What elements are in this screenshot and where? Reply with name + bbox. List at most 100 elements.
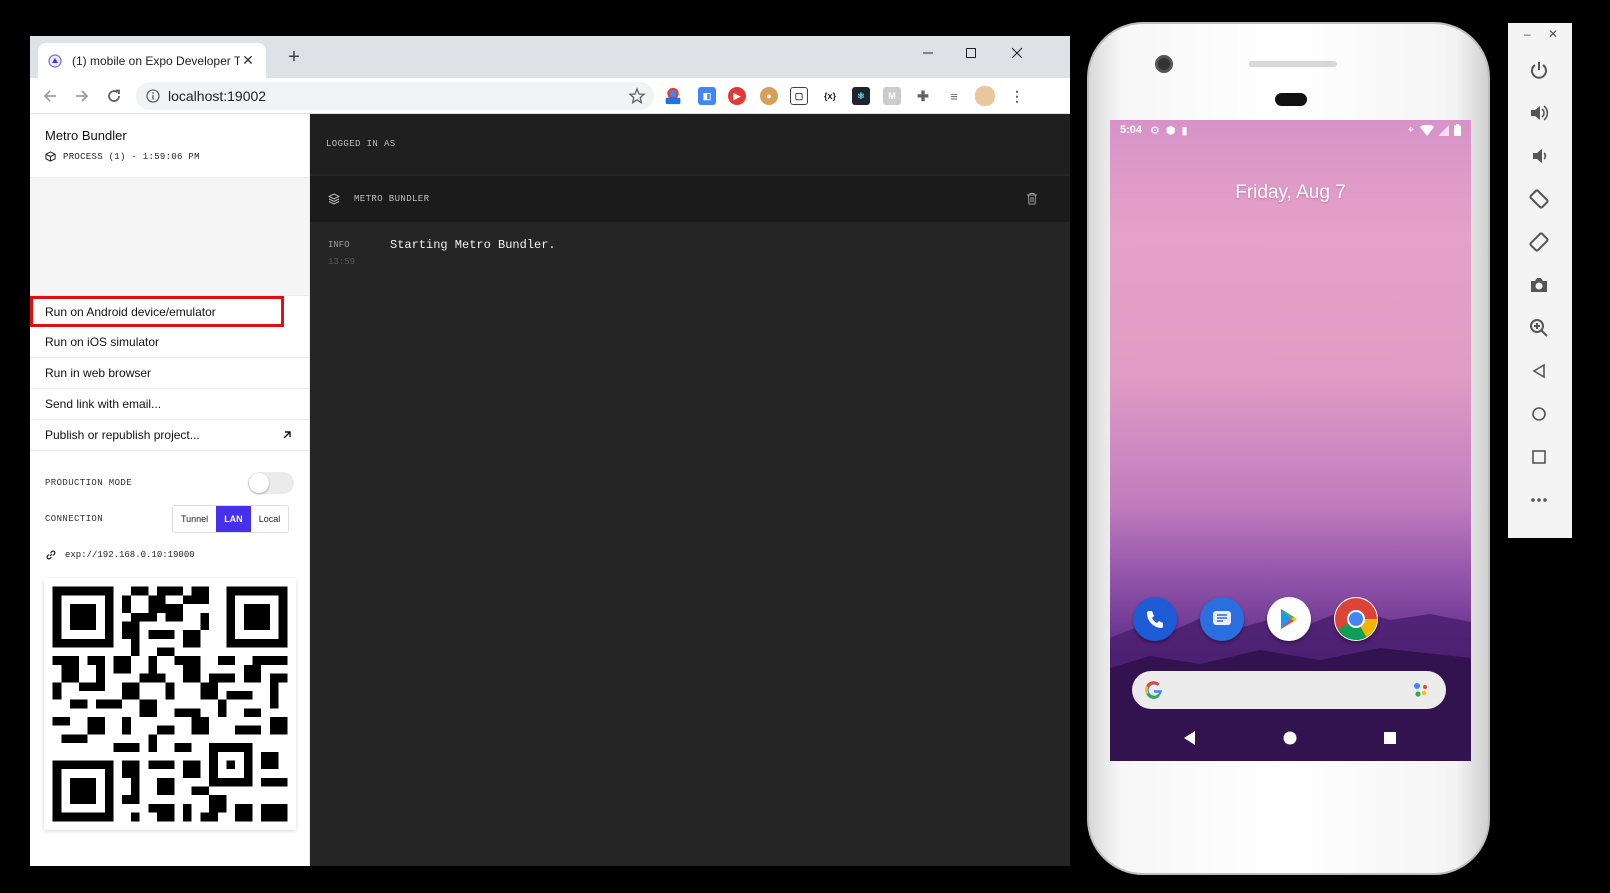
publish-button[interactable]: Publish or republish project...	[30, 420, 309, 451]
forward-icon[interactable]	[70, 84, 94, 108]
run-web-button[interactable]: Run in web browser	[30, 358, 309, 389]
production-mode-row: PRODUCTION MODE	[30, 465, 309, 501]
link-icon	[46, 550, 56, 560]
location-status-icon: ⌖	[1407, 123, 1414, 136]
wifi-status-icon	[1420, 124, 1434, 136]
nav-home-icon[interactable]	[1282, 730, 1298, 746]
qr-code-image	[44, 578, 296, 830]
chrome-app-icon[interactable]	[1334, 597, 1378, 641]
home-icon[interactable]	[1526, 401, 1552, 427]
phone-app-icon[interactable]	[1133, 597, 1177, 641]
log-pane: LOGGED IN AS METRO BUNDLER INFO 13:59 St…	[310, 114, 1070, 866]
browser-tab[interactable]: (1) mobile on Expo Developer To ✕	[38, 43, 266, 78]
connection-label: CONNECTION	[45, 514, 104, 524]
cube-icon	[45, 151, 56, 162]
google-assistant-icon[interactable]	[1410, 679, 1432, 701]
run-web-label: Run in web browser	[45, 366, 152, 380]
emulator-close-button[interactable]: ✕	[1548, 27, 1558, 41]
rotate-left-icon[interactable]	[1526, 186, 1552, 212]
metro-bundler-section-title: METRO BUNDLER	[354, 194, 430, 204]
back-icon[interactable]	[1526, 358, 1552, 384]
rotate-right-icon[interactable]	[1526, 229, 1552, 255]
production-mode-toggle[interactable]	[248, 472, 294, 494]
minimize-window-icon[interactable]	[908, 40, 948, 66]
reload-icon[interactable]	[102, 84, 126, 108]
external-arrow-icon	[283, 431, 291, 439]
back-icon[interactable]	[38, 84, 62, 108]
send-link-button[interactable]: Send link with email...	[30, 389, 309, 420]
sidebar-title: Metro Bundler	[45, 128, 127, 143]
close-window-icon[interactable]	[997, 40, 1037, 66]
process-info: PROCESS (1) - 1:59:06 PM	[45, 151, 309, 162]
trash-icon[interactable]	[1026, 192, 1038, 205]
devices-area	[30, 178, 309, 296]
metro-bundler-header[interactable]: METRO BUNDLER	[310, 176, 1070, 222]
overview-icon[interactable]	[1526, 444, 1552, 470]
log-message: Starting Metro Bundler.	[390, 238, 556, 252]
signal-status-icon	[1438, 124, 1449, 136]
expo-sidebar: Metro Bundler PROCESS (1) - 1:59:06 PM R…	[30, 114, 310, 866]
url-text: localhost:19002	[168, 88, 267, 104]
extensions-puzzle-icon[interactable]: ✚	[914, 87, 932, 105]
browser-window: (1) mobile on Expo Developer To ✕ + loca…	[30, 36, 1070, 866]
exp-url[interactable]: exp://192.168.0.10:19000	[65, 550, 195, 560]
tab-bar: (1) mobile on Expo Developer To ✕ +	[30, 36, 1070, 78]
process-text: PROCESS (1) - 1:59:06 PM	[63, 151, 200, 162]
google-search-bar[interactable]	[1132, 671, 1446, 709]
run-android-button[interactable]: Run on Android device/emulator	[30, 296, 284, 327]
screenshot-extension-icon[interactable]: ▢	[790, 87, 808, 105]
cookie-extension-icon[interactable]: ●	[760, 87, 778, 105]
more-icon[interactable]	[1526, 487, 1552, 513]
connection-tunnel[interactable]: Tunnel	[173, 506, 216, 532]
sidebar-header: Metro Bundler PROCESS (1) - 1:59:06 PM	[30, 114, 309, 178]
messages-app-icon[interactable]	[1200, 597, 1244, 641]
connection-lan[interactable]: LAN	[216, 506, 251, 532]
bookmark-star-icon[interactable]	[628, 87, 646, 105]
tab-title: (1) mobile on Expo Developer To	[72, 53, 240, 68]
youtube-extension-icon[interactable]: ▶	[728, 87, 746, 105]
extension-badge: New	[666, 103, 683, 112]
browser-toolbar: localhost:19002 New ◧ ▶ ● ▢ {x} ⚛ M ✚ ≡ …	[30, 78, 1070, 114]
log-time: 13:59	[328, 257, 356, 267]
publish-label: Publish or republish project...	[45, 428, 200, 442]
maximize-window-icon[interactable]	[951, 40, 991, 66]
new-tab-button[interactable]: +	[282, 46, 306, 68]
emulator-minimize-button[interactable]: –	[1524, 27, 1531, 41]
react-devtools-icon[interactable]: ⚛	[852, 87, 870, 105]
json-extension-icon[interactable]: {x}	[821, 87, 839, 105]
home-date: Friday, Aug 7	[1235, 182, 1346, 203]
m-extension-icon[interactable]: M	[883, 87, 901, 105]
run-ios-label: Run on iOS simulator	[45, 335, 160, 349]
translate-extension-icon[interactable]: ◧	[698, 87, 716, 105]
expo-favicon-icon	[48, 53, 62, 68]
tab-close-icon[interactable]: ✕	[240, 52, 256, 69]
emulator-toolbar: – ✕	[1508, 23, 1572, 538]
battery-status-icon	[1454, 124, 1461, 136]
connection-local[interactable]: Local	[251, 506, 289, 532]
zoom-icon[interactable]	[1526, 315, 1552, 341]
run-ios-button[interactable]: Run on iOS simulator	[30, 327, 309, 358]
logged-in-bar: LOGGED IN AS	[310, 114, 1070, 174]
info-icon[interactable]	[146, 89, 160, 103]
nav-overview-icon[interactable]	[1382, 730, 1398, 746]
android-emulator-device: 5:04 ⚙ ⬢ ▮ ⌖ Friday, Aug 7	[1087, 22, 1490, 875]
profile-avatar[interactable]	[975, 86, 995, 106]
browser-menu-icon[interactable]: ⋮	[1008, 87, 1026, 105]
log-entry: INFO 13:59 Starting Metro Bundler.	[310, 222, 1070, 267]
media-control-icon[interactable]: ≡	[945, 87, 963, 105]
phone-screen[interactable]: 5:04 ⚙ ⬢ ▮ ⌖ Friday, Aug 7	[1110, 120, 1471, 761]
shield-status-icon: ⬢	[1165, 124, 1176, 137]
volume-up-icon[interactable]	[1526, 100, 1552, 126]
front-camera	[1155, 55, 1173, 73]
proximity-sensor	[1275, 93, 1307, 106]
volume-down-icon[interactable]	[1526, 143, 1552, 169]
production-mode-label: PRODUCTION MODE	[45, 478, 133, 488]
screenshot-icon[interactable]	[1526, 272, 1552, 298]
power-icon[interactable]	[1526, 57, 1552, 83]
google-g-icon	[1145, 681, 1162, 699]
layers-icon	[328, 193, 340, 205]
play-store-app-icon[interactable]	[1267, 597, 1311, 641]
address-bar[interactable]: localhost:19002	[136, 82, 654, 110]
nav-back-icon[interactable]	[1182, 730, 1198, 746]
android-nav-bar	[1110, 726, 1471, 752]
